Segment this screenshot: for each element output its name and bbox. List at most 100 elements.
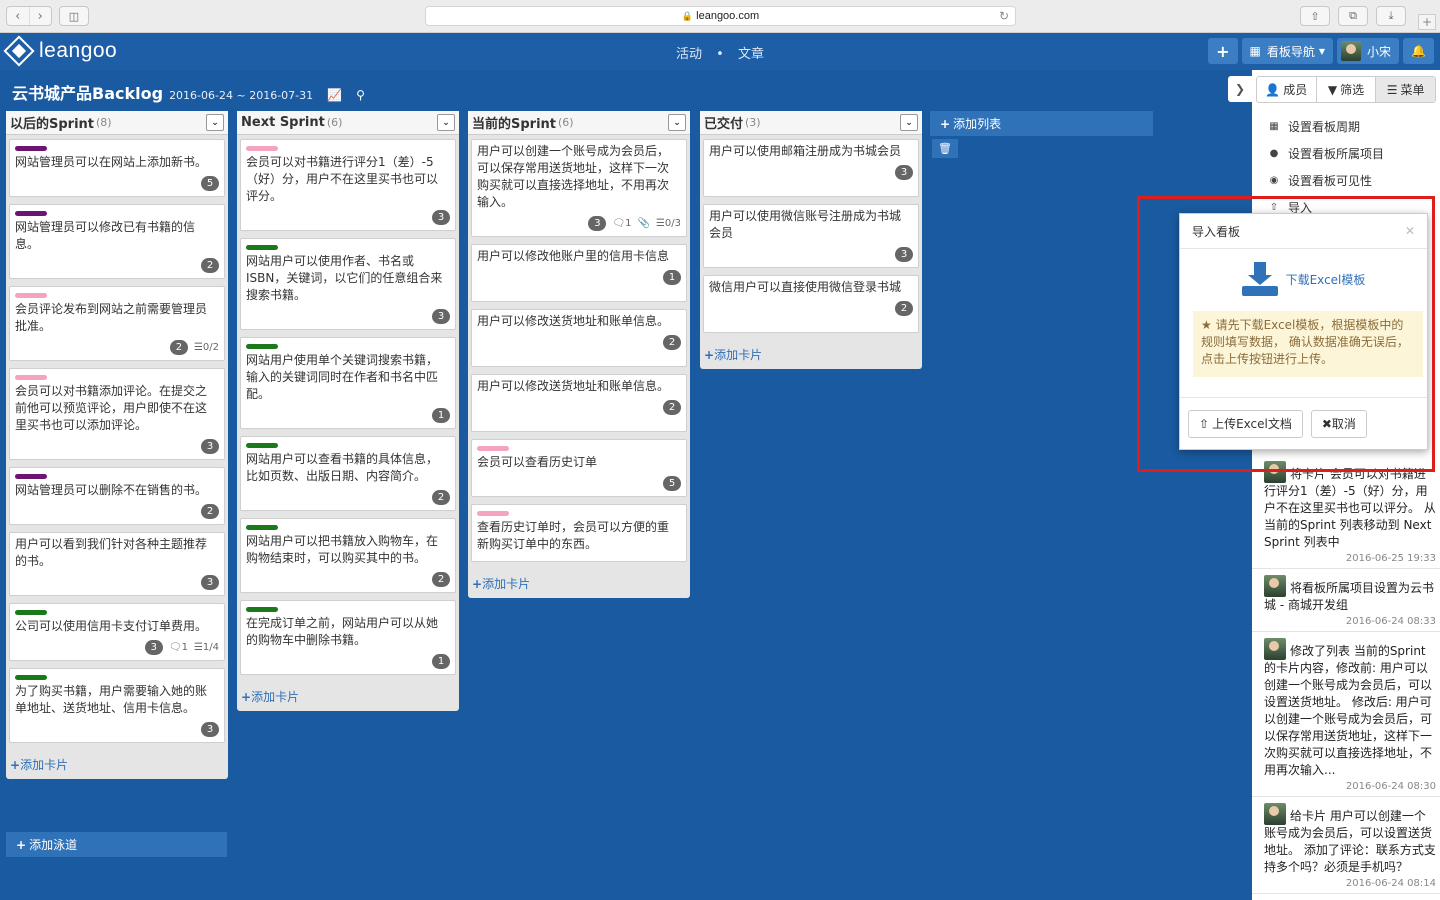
chevron-down-icon[interactable]: ⌄ [668,114,686,131]
tab-menu-label: 菜单 [1400,83,1425,97]
tab-members[interactable]: 👤 成员 [1257,77,1317,102]
card[interactable]: 用户可以修改送货地址和账单信息。 2 [471,374,687,432]
board-column: 当前的Sprint (6) ⌄ 用户可以创建一个账号成为会员后，可以保存常用送货… [468,111,690,598]
download-icon[interactable]: ⤓ [1376,6,1406,26]
create-button[interactable]: + [1208,38,1238,64]
back-icon[interactable]: ‹ [7,7,29,25]
tab-filter[interactable]: ▼ 筛选 [1317,77,1377,102]
card-text: 用户可以修改他账户里的信用卡信息 [477,249,670,263]
upload-excel-label: 上传Excel文档 [1212,417,1292,431]
add-card-button[interactable]: +添加卡片 [700,342,922,369]
collapse-panel-button[interactable]: ❯ [1228,76,1252,102]
logo[interactable]: leangoo [3,35,118,67]
points-badge: 2 [432,489,450,505]
column-title: 当前的Sprint [472,117,557,132]
download-template-link[interactable]: 下载Excel模板 [1286,271,1366,288]
tab-menu[interactable]: ☰ 菜单 [1376,77,1436,102]
card[interactable]: 用户可以使用微信账号注册成为书城会员 3 [703,204,919,268]
card[interactable]: 会员评论发布到网站之前需要管理员批准。 2 ☰0/2 [9,286,225,361]
add-lane-button[interactable]: + 添加泳道 [6,832,227,857]
download-template[interactable]: 下载Excel模板 [1180,261,1427,297]
card-list: 会员可以对书籍进行评分1（差）-5（好）分，用户不在这里买书也可以评分。 3 网站用… [237,135,459,684]
card[interactable]: 网站管理员可以删除不在销售的书。 2 [9,467,225,525]
logo-text: leangoo [39,39,118,62]
card[interactable]: 网站用户可以使用作者、书名或ISBN，关键词，以它们的任意组合来搜索书籍。 3 [240,238,456,330]
search-icon[interactable]: ⚲ [356,88,365,102]
card-label [15,375,47,380]
tabs-icon[interactable]: ⧉ [1338,6,1368,26]
column-title: Next Sprint [241,115,325,130]
nav-articles[interactable]: 文章 [738,47,764,62]
cancel-button[interactable]: ✖ 取消 [1310,409,1367,438]
upload-excel-button[interactable]: ⇧ 上传Excel文档 [1188,409,1303,438]
card[interactable]: 微信用户可以直接使用微信登录书城 2 [703,275,919,333]
address-bar[interactable]: 🔒 leangoo.com ↻ [425,6,1016,26]
card[interactable]: 会员可以对书籍进行评分1（差）-5（好）分，用户不在这里买书也可以评分。 3 [240,139,456,231]
card-label [15,211,47,216]
close-icon: ✖ [1321,416,1332,431]
add-card-button[interactable]: +添加卡片 [468,571,690,598]
card-footer: 2 [15,256,219,274]
card[interactable]: 查看历史订单时，会员可以方便的重新购买订单中的东西。 [471,504,687,562]
chevron-down-icon[interactable]: ⌄ [900,114,918,131]
app-header: leangoo 活动 • 文章 + ▦ 看板导航 ▼ 小宋 🔔 [0,33,1440,70]
nav-activity[interactable]: 活动 [676,47,702,62]
chevron-down-icon[interactable]: ⌄ [206,114,224,131]
card[interactable]: 用户可以创建一个账号成为会员后，可以保存常用送货地址，这样下一次购买就可以直接选… [471,139,687,237]
points-badge: 2 [201,503,219,519]
add-card-label: 添加卡片 [482,577,531,591]
card[interactable]: 网站管理员可以在网站上添加新书。 5 [9,139,225,197]
notifications-button[interactable]: 🔔 [1403,38,1434,64]
reload-icon[interactable]: ↻ [999,7,1009,25]
checklist-value: 0/2 [202,341,219,353]
card[interactable]: 网站用户可以把书籍放入购物车，在购物结束时，可以购买其中的书。 2 [240,518,456,593]
sidebar-toggle-icon[interactable]: ◫ [59,6,89,26]
column-header[interactable]: Next Sprint (6) ⌄ [237,111,459,135]
menu-item-project[interactable]: ● 设置看板所属项目 [1252,140,1440,167]
share-icon[interactable]: ⇧ [1300,6,1330,26]
chart-icon[interactable]: 📈 [327,88,342,102]
board-nav-button[interactable]: ▦ 看板导航 ▼ [1241,38,1334,64]
card[interactable]: 用户可以修改送货地址和账单信息。 2 [471,309,687,367]
menu-item-visibility[interactable]: ◉ 设置看板可见性 [1252,167,1440,194]
card[interactable]: 公司可以使用信用卡支付订单费用。 3 🗨1 ☰1/4 [9,603,225,661]
card[interactable]: 为了购买书籍，用户需要输入她的账单地址、送货地址、信用卡信息。 3 [9,668,225,743]
star-icon: ★ [1201,318,1212,332]
card[interactable]: 网站管理员可以修改已有书籍的信息。 2 [9,204,225,279]
add-card-button[interactable]: +添加卡片 [237,684,459,711]
card-label [15,675,47,680]
user-menu-button[interactable]: 小宋 [1337,38,1400,64]
activity-text: 给卡片 用户可以创建一个账号成为会员后，可以设置送货地址。 添加了评论：联系方式… [1264,809,1436,874]
close-icon[interactable]: ✕ [1405,224,1415,238]
column-header[interactable]: 当前的Sprint (6) ⌄ [468,111,690,135]
chevron-down-icon[interactable]: ⌄ [437,114,455,131]
card[interactable]: 网站用户可以查看书籍的具体信息，比如页数、出版日期、内容简介。 2 [240,436,456,511]
add-card-button[interactable]: +添加卡片 [6,752,228,779]
card[interactable]: 会员可以对书籍添加评论。在提交之前他可以预览评论，用户即使不在这里买书也可以添加… [9,368,225,460]
activity-item: 给卡片 用户可以创建一个账号成为会员后，可以设置送货地址。 添加了评论：联系方式… [1252,797,1440,894]
add-column-button[interactable]: + 添加列表 [930,111,1153,136]
card[interactable]: 网站用户使用单个关键词搜索书籍，输入的关键词同时在作者和书名中匹配。 1 [240,337,456,429]
card-label [15,293,47,298]
nav-separator: • [716,47,724,62]
card[interactable]: 用户可以看到我们针对各种主题推荐的书。 3 [9,532,225,596]
card-text: 用户可以修改送货地址和账单信息。 [477,379,670,393]
new-tab-icon[interactable]: + [1418,14,1436,30]
column-header[interactable]: 以后的Sprint (8) ⌄ [6,111,228,135]
card[interactable]: 在完成订单之前，网站用户可以从她的购物车中删除书籍。 1 [240,600,456,675]
points-badge: 2 [432,571,450,587]
board-name[interactable]: 云书城产品Backlog [12,80,163,104]
column-title: 已交付 [704,117,744,132]
column-header[interactable]: 已交付 (3) ⌄ [700,111,922,135]
card[interactable]: 用户可以使用邮箱注册成为书城会员 3 [703,139,919,197]
trash-icon[interactable]: 🗑 [932,139,958,158]
card[interactable]: 用户可以修改他账户里的信用卡信息 1 [471,244,687,302]
activity-text: 修改了列表 当前的Sprint 的卡片内容，修改前: 用户可以创建一个账号成为会… [1264,644,1433,777]
card-text: 会员可以查看历史订单 [477,455,598,469]
board-title: 云书城产品Backlog 2016-06-24 ~ 2016-07-31 📈 ⚲ [12,80,365,104]
card[interactable]: 会员可以查看历史订单 5 [471,439,687,497]
user-icon: 👤 [1265,82,1281,97]
menu-item-period[interactable]: ▦ 设置看板周期 [1252,113,1440,140]
forward-icon[interactable]: › [28,7,52,25]
card-text: 网站管理员可以在网站上添加新书。 [15,155,208,169]
